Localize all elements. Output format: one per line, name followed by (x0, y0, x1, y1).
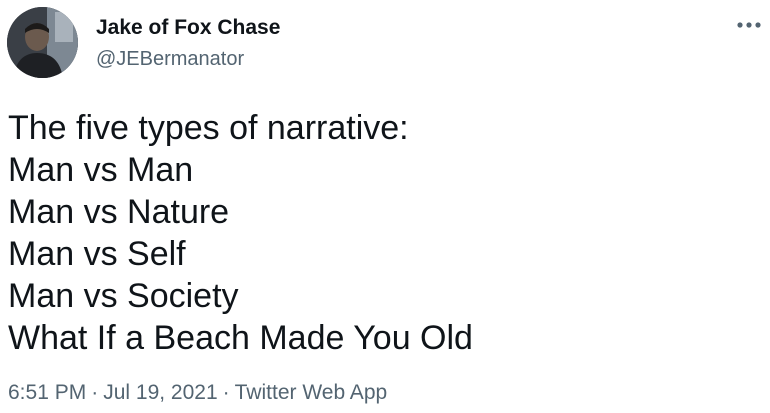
tweet-line: Man vs Man (8, 151, 194, 189)
tweet-metadata: 6:51 PM · Jul 19, 2021 · Twitter Web App (8, 380, 387, 406)
display-name[interactable]: Jake of Fox Chase (96, 16, 280, 40)
more-horizontal-icon (737, 22, 761, 28)
meta-separator: · (91, 381, 99, 404)
tweet-card: Jake of Fox Chase @JEBermanator The five… (0, 0, 770, 413)
more-options-button[interactable] (732, 12, 766, 38)
avatar[interactable] (7, 7, 78, 78)
tweet-line: What If a Beach Made You Old (8, 319, 473, 357)
user-handle[interactable]: @JEBermanator (96, 47, 244, 71)
tweet-line: Man vs Nature (8, 193, 230, 231)
tweet-date[interactable]: Jul 19, 2021 (103, 381, 217, 404)
tweet-line: Man vs Self (8, 235, 186, 273)
tweet-text: The five types of narrative: Man vs Man … (8, 107, 758, 359)
avatar-photo (7, 7, 78, 78)
tweet-source-link[interactable]: Twitter Web App (235, 381, 388, 404)
tweet-time[interactable]: 6:51 PM (8, 381, 86, 404)
meta-separator: · (222, 381, 230, 404)
tweet-line: The five types of narrative: (8, 109, 409, 147)
tweet-line: Man vs Society (8, 277, 239, 315)
